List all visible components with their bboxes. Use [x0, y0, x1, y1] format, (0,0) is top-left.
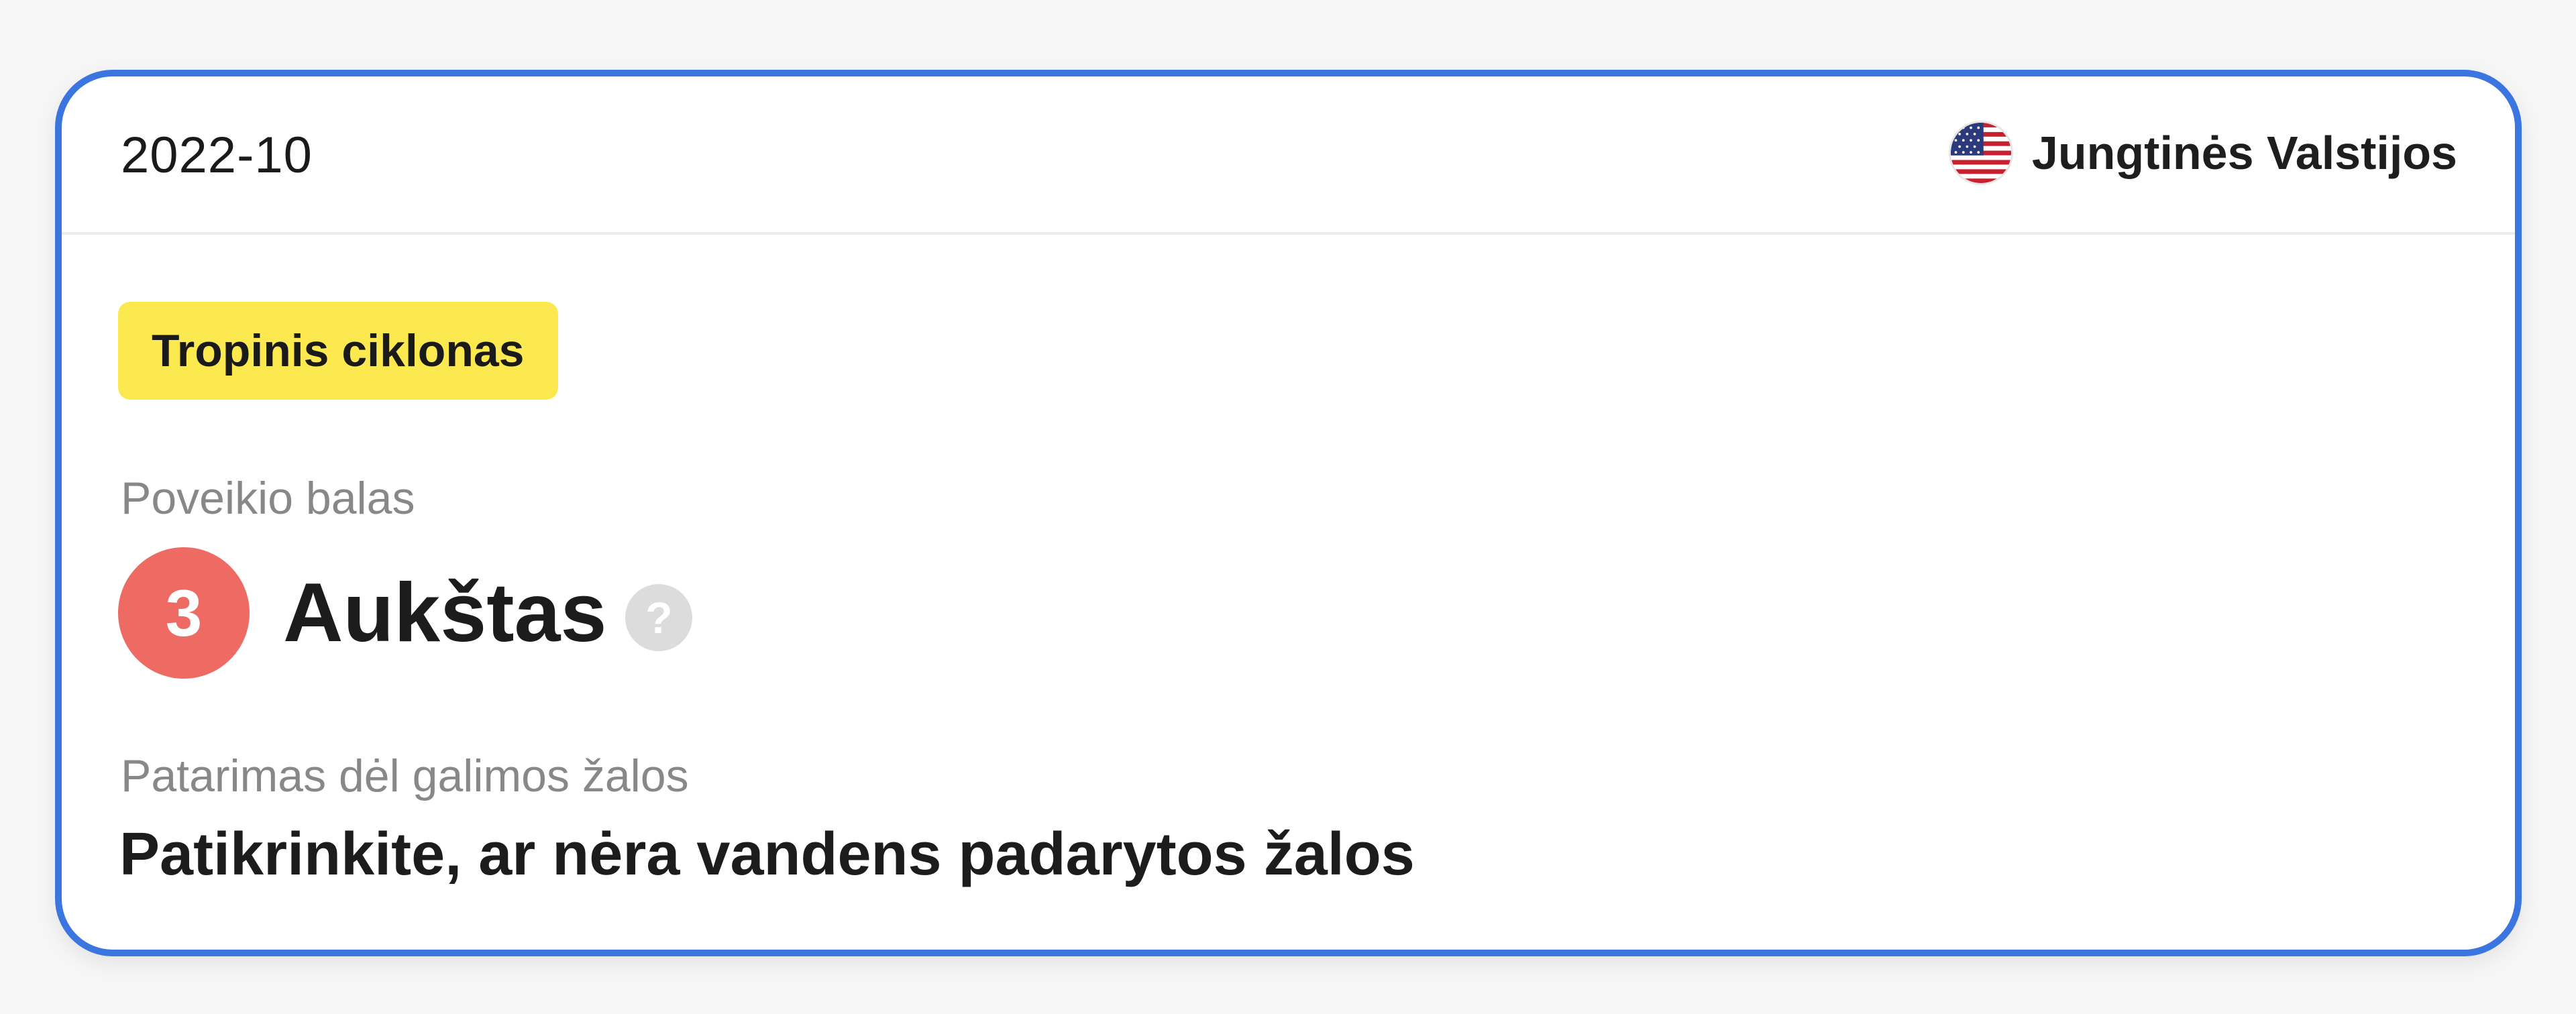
- country-info: Jungtinės Valstijos: [1948, 121, 2457, 185]
- impact-score-value: 3: [118, 547, 250, 679]
- advice-text: Patikrinkite, ar nėra vandens padarytos …: [119, 821, 1415, 888]
- event-date: 2022-10: [121, 127, 313, 184]
- card-header: 2022-10 Jungtinės Valstijos: [62, 76, 2515, 235]
- event-card[interactable]: 2022-10 Jungtinės Valstijos Tropinis cik…: [55, 70, 2522, 956]
- country-name: Jungtinės Valstijos: [2031, 127, 2457, 179]
- advice-label: Patarimas dėl galimos žalos: [121, 750, 689, 801]
- impact-level: Aukštas: [283, 567, 607, 659]
- event-type-badge: Tropinis ciklonas: [118, 302, 558, 400]
- us-flag-icon: [1948, 121, 2013, 185]
- impact-score-label: Poveikio balas: [121, 473, 415, 524]
- help-icon[interactable]: ?: [625, 584, 693, 651]
- impact-score-row: 3 Aukštas ?: [118, 546, 693, 680]
